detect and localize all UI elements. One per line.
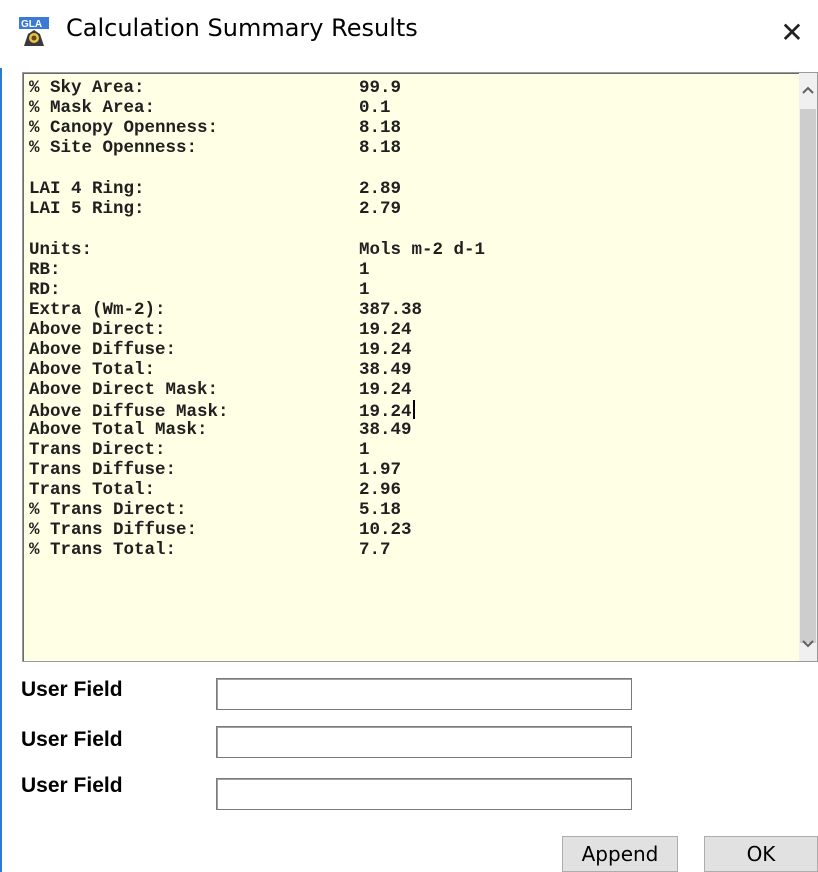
result-row: RD: 1 (29, 280, 485, 300)
result-label: % Canopy Openness: (29, 118, 219, 138)
results-textarea[interactable]: % Sky Area: 99.9 % Mask Area: 0.1 % Canopy… (22, 72, 818, 662)
result-value: 19.24 (359, 380, 412, 400)
svg-text:GLA: GLA (21, 19, 42, 30)
result-value: Mols m-2 d-1 (359, 240, 486, 260)
result-label: % Site Openness: (29, 138, 198, 158)
result-row: % Trans Diffuse: 10.23 (29, 520, 485, 540)
result-label: LAI 5 Ring: (29, 199, 145, 219)
result-row: % Trans Total: 7.7 (29, 540, 485, 560)
text-caret (412, 400, 415, 419)
vertical-scrollbar[interactable] (799, 73, 817, 661)
result-label: Trans Total: (29, 480, 156, 500)
result-row: % Trans Direct: 5.18 (29, 500, 485, 520)
result-label: % Trans Direct: (29, 500, 187, 520)
result-row: Trans Total: 2.96 (29, 480, 485, 500)
result-value: 1 (359, 280, 370, 300)
result-row: Above Diffuse: 19.24 (29, 340, 485, 360)
result-value: 99.9 (359, 78, 402, 98)
scrollbar-thumb[interactable] (800, 109, 816, 643)
result-row: Trans Direct: 1 (29, 440, 485, 460)
result-row: Above Total: 38.49 (29, 360, 485, 380)
title-bar: GLA Calculation Summary Results ✕ (0, 0, 818, 68)
result-row: LAI 4 Ring: 2.89 (29, 179, 485, 199)
result-label: RD: (29, 280, 61, 300)
result-label: Above Direct: (29, 320, 166, 340)
user-field-input-1[interactable] (216, 678, 632, 710)
window-border (0, 68, 2, 872)
result-row: Above Direct Mask: 19.24 (29, 380, 485, 400)
user-field-label-3: User Field (21, 774, 123, 797)
result-value: 19.24 (359, 340, 412, 360)
result-row: % Sky Area: 99.9 (29, 78, 485, 98)
result-label: Above Total Mask: (29, 420, 208, 440)
user-field-input-2[interactable] (216, 726, 632, 758)
result-value: 8.18 (359, 118, 402, 138)
scroll-down-button[interactable] (799, 627, 817, 661)
close-icon: ✕ (780, 15, 804, 49)
result-label: Trans Diffuse: (29, 460, 177, 480)
result-label: % Sky Area: (29, 78, 145, 98)
result-value: 8.18 (359, 138, 402, 158)
result-row: Above Diffuse Mask: 19.24 (29, 400, 485, 422)
result-row: Trans Diffuse: 1.97 (29, 460, 485, 480)
result-value: 2.79 (359, 199, 402, 219)
chevron-down-icon (802, 640, 814, 648)
result-value: 387.38 (359, 300, 423, 320)
window-title: Calculation Summary Results (66, 14, 418, 42)
user-field-label-2: User Field (21, 728, 123, 751)
result-label: Above Direct Mask: (29, 380, 219, 400)
result-value: 19.24 (359, 320, 412, 340)
user-field-input-3[interactable] (216, 778, 632, 810)
gla-app-icon: GLA (18, 16, 50, 48)
result-row: % Canopy Openness: 8.18 (29, 118, 485, 138)
append-button[interactable]: Append (562, 836, 678, 872)
result-value: 1 (359, 440, 370, 460)
result-label: Above Diffuse: (29, 340, 177, 360)
result-label: Units: (29, 240, 93, 260)
results-text: % Sky Area: 99.9 % Mask Area: 0.1 % Canopy… (29, 78, 485, 560)
result-row: Above Total Mask: 38.49 (29, 420, 485, 440)
user-field-label-1: User Field (21, 678, 123, 701)
result-label: Above Total: (29, 360, 156, 380)
result-value: 1.97 (359, 460, 402, 480)
result-value: 19.24 (359, 402, 412, 422)
result-label: % Mask Area: (29, 98, 156, 118)
result-row: Above Direct: 19.24 (29, 320, 485, 340)
result-label: Extra (Wm-2): (29, 300, 166, 320)
result-value: 38.49 (359, 360, 412, 380)
result-value: 7.7 (359, 540, 391, 560)
result-row: Extra (Wm-2): 387.38 (29, 300, 485, 320)
result-value: 2.96 (359, 480, 402, 500)
result-label: RB: (29, 260, 61, 280)
result-row: LAI 5 Ring: 2.79 (29, 199, 485, 219)
close-button[interactable]: ✕ (770, 8, 814, 56)
result-value: 1 (359, 260, 370, 280)
result-value: 2.89 (359, 179, 402, 199)
result-label: Above Diffuse Mask: (29, 402, 229, 422)
chevron-up-icon (802, 86, 814, 94)
result-row: RB: 1 (29, 260, 485, 280)
result-value: 10.23 (359, 520, 412, 540)
result-row: Units: Mols m-2 d-1 (29, 240, 485, 260)
result-label: % Trans Total: (29, 540, 177, 560)
result-label: Trans Direct: (29, 440, 166, 460)
scroll-up-button[interactable] (799, 73, 817, 107)
result-value: 38.49 (359, 420, 412, 440)
result-label: % Trans Diffuse: (29, 520, 198, 540)
result-label: LAI 4 Ring: (29, 179, 145, 199)
result-value: 5.18 (359, 500, 402, 520)
result-row: % Site Openness: 8.18 (29, 138, 485, 158)
result-value: 0.1 (359, 98, 391, 118)
ok-button[interactable]: OK (704, 836, 818, 872)
result-row: % Mask Area: 0.1 (29, 98, 485, 118)
